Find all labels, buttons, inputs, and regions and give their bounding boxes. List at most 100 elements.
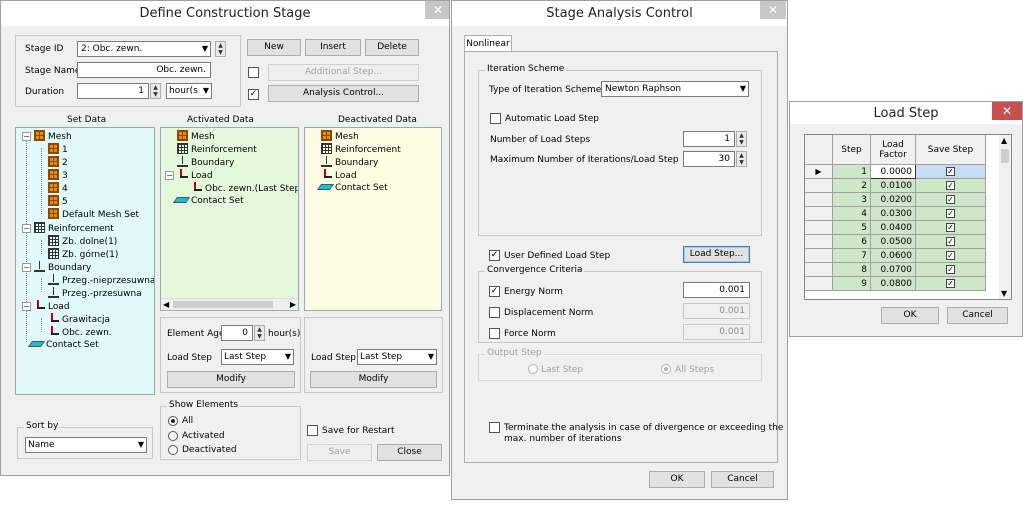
save-step-cell[interactable]: ✓ bbox=[915, 220, 986, 235]
down-icon[interactable]: ▼ bbox=[216, 49, 225, 56]
terminate-analysis-label-line1[interactable]: Terminate the analysis in case of diverg… bbox=[504, 423, 783, 433]
row-indicator[interactable] bbox=[805, 192, 833, 207]
activated-boundary[interactable]: Boundary bbox=[177, 156, 234, 169]
insert-button[interactable]: Insert bbox=[305, 39, 361, 56]
activated-obc-zewn-last-step[interactable]: Obc. zewn.(Last Step) bbox=[191, 182, 298, 195]
energy-norm-label[interactable]: Energy Norm bbox=[504, 287, 563, 297]
iteration-type-select[interactable]: Newton Raphson ▼ bbox=[601, 81, 749, 97]
new-button[interactable]: New bbox=[247, 39, 301, 56]
set-data-tree[interactable]: − Mesh 1 2 3 4 5 Default Mesh Set − Rein… bbox=[15, 127, 155, 395]
table-row[interactable]: 2 0.0100 ✓ bbox=[805, 178, 986, 193]
analysis-control-button[interactable]: Analysis Control... bbox=[268, 85, 419, 102]
deactivated-load[interactable]: Load bbox=[321, 169, 357, 182]
load-factor-cell[interactable]: 0.0100 bbox=[870, 178, 916, 193]
tree-node-mesh-1[interactable]: 1 bbox=[48, 143, 68, 156]
user-defined-load-step-checkbox[interactable]: ✓ bbox=[489, 250, 500, 261]
activated-contact-set[interactable]: Contact Set bbox=[172, 195, 244, 208]
load-factor-cell[interactable]: 0.0200 bbox=[870, 192, 916, 207]
additional-step-checkbox[interactable] bbox=[248, 67, 259, 78]
cancel-button[interactable]: Cancel bbox=[947, 307, 1008, 324]
activated-modify-button[interactable]: Modify bbox=[167, 371, 295, 388]
duration-unit-select[interactable]: hour(s ▼ bbox=[166, 83, 212, 99]
show-activated-label[interactable]: Activated bbox=[182, 431, 225, 441]
table-row[interactable]: 5 0.0400 ✓ bbox=[805, 220, 986, 235]
save-step-cell[interactable]: ✓ bbox=[915, 206, 986, 221]
number-of-load-steps-input[interactable]: 1 bbox=[683, 131, 735, 147]
deactivated-reinforcement[interactable]: Reinforcement bbox=[321, 143, 401, 156]
load-factor-cell[interactable]: 0.0400 bbox=[870, 220, 916, 235]
save-step-checkbox[interactable]: ✓ bbox=[946, 250, 955, 260]
up-icon[interactable]: ▲ bbox=[216, 42, 225, 49]
up-icon[interactable]: ▲ bbox=[255, 326, 264, 333]
row-indicator[interactable] bbox=[805, 220, 833, 235]
tree-node-mesh-5[interactable]: 5 bbox=[48, 195, 68, 208]
row-indicator[interactable]: ▶ bbox=[805, 164, 833, 179]
collapse-load-icon[interactable]: − bbox=[22, 302, 31, 311]
tree-node-default-mesh-set[interactable]: Default Mesh Set bbox=[48, 208, 139, 221]
scroll-left-icon[interactable]: ◀ bbox=[163, 300, 169, 309]
down-icon[interactable]: ▼ bbox=[737, 159, 746, 166]
terminate-analysis-label-line2[interactable]: max. number of iterations bbox=[504, 434, 622, 444]
all-steps-radio[interactable] bbox=[661, 364, 671, 374]
save-step-cell[interactable]: ✓ bbox=[915, 178, 986, 193]
tree-node-zb-dolne[interactable]: Zb. dolne(1) bbox=[48, 235, 117, 248]
max-iterations-spinner[interactable]: ▲ ▼ bbox=[736, 151, 747, 167]
tree-node-zb-gorne[interactable]: Zb. górne(1) bbox=[48, 248, 118, 261]
close-icon[interactable]: ✕ bbox=[425, 1, 449, 19]
activated-mesh[interactable]: Mesh bbox=[177, 130, 215, 143]
deactivated-contact-set[interactable]: Contact Set bbox=[316, 182, 388, 195]
table-row[interactable]: 8 0.0700 ✓ bbox=[805, 262, 986, 277]
scroll-thumb[interactable] bbox=[1001, 149, 1009, 163]
stage-name-input[interactable]: Obc. zewn. bbox=[77, 62, 211, 78]
deactivated-mesh[interactable]: Mesh bbox=[321, 130, 359, 143]
load-factor-cell[interactable]: 0.0300 bbox=[870, 206, 916, 221]
save-step-cell[interactable]: ✓ bbox=[915, 248, 986, 263]
title-bar[interactable]: Define Construction Stage ✕ bbox=[1, 1, 449, 26]
displacement-norm-input[interactable]: 0.001 bbox=[683, 303, 750, 319]
scroll-right-icon[interactable]: ▶ bbox=[290, 300, 296, 309]
tree-node-obc-zewn[interactable]: Obc. zewn. bbox=[48, 326, 112, 339]
row-indicator[interactable] bbox=[805, 178, 833, 193]
last-step-label[interactable]: Last Step bbox=[541, 365, 583, 375]
row-indicator[interactable] bbox=[805, 276, 833, 291]
element-age-spinner[interactable]: ▲ ▼ bbox=[254, 325, 265, 341]
load-factor-cell[interactable]: 0.0600 bbox=[870, 248, 916, 263]
table-row[interactable]: ▶ 1 0.0000 ✓ bbox=[805, 164, 986, 179]
collapse-reinforcement-icon[interactable]: − bbox=[22, 224, 31, 233]
activated-load-step-select[interactable]: Last Step ▼ bbox=[221, 349, 294, 365]
displacement-norm-checkbox[interactable] bbox=[489, 307, 500, 318]
max-iterations-input[interactable]: 30 bbox=[683, 151, 735, 167]
title-bar[interactable]: Stage Analysis Control ✕ bbox=[452, 1, 787, 26]
force-norm-checkbox[interactable] bbox=[489, 328, 500, 339]
scroll-up-icon[interactable]: ▲ bbox=[1001, 136, 1007, 145]
activated-load[interactable]: Load bbox=[177, 169, 213, 182]
save-restart-checkbox[interactable] bbox=[307, 425, 318, 436]
save-step-checkbox[interactable]: ✓ bbox=[946, 180, 955, 190]
table-row[interactable]: 9 0.0800 ✓ bbox=[805, 276, 986, 291]
row-indicator[interactable] bbox=[805, 234, 833, 249]
automatic-load-step-label[interactable]: Automatic Load Step bbox=[505, 114, 599, 124]
last-step-radio[interactable] bbox=[528, 364, 538, 374]
save-step-cell[interactable]: ✓ bbox=[915, 262, 986, 277]
load-factor-cell[interactable]: 0.0000 bbox=[870, 164, 916, 179]
row-indicator[interactable] bbox=[805, 206, 833, 221]
deactivated-load-step-select[interactable]: Last Step ▼ bbox=[357, 349, 437, 365]
save-step-checkbox[interactable]: ✓ bbox=[946, 278, 955, 288]
tree-node-contact-set[interactable]: Contact Set bbox=[27, 339, 99, 352]
row-indicator[interactable] bbox=[805, 262, 833, 277]
save-step-checkbox[interactable]: ✓ bbox=[946, 166, 955, 176]
save-step-cell[interactable]: ✓ bbox=[915, 234, 986, 249]
tree-node-mesh-2[interactable]: 2 bbox=[48, 156, 68, 169]
load-step-button[interactable]: Load Step... bbox=[683, 246, 750, 263]
show-activated-radio[interactable] bbox=[168, 431, 178, 441]
down-icon[interactable]: ▼ bbox=[255, 333, 264, 340]
col-save-step[interactable]: Save Step bbox=[915, 135, 986, 165]
save-step-checkbox[interactable]: ✓ bbox=[946, 208, 955, 218]
energy-norm-checkbox[interactable]: ✓ bbox=[489, 286, 500, 297]
title-bar[interactable]: Load Step ✕ bbox=[790, 102, 1022, 124]
activated-data-tree[interactable]: Mesh Reinforcement Boundary − Load Obc. … bbox=[160, 127, 299, 311]
additional-step-button[interactable]: Additional Step... bbox=[268, 64, 419, 81]
force-norm-label[interactable]: Force Norm bbox=[504, 329, 556, 339]
show-deactivated-label[interactable]: Deactivated bbox=[182, 445, 237, 455]
activated-reinforcement[interactable]: Reinforcement bbox=[177, 143, 257, 156]
